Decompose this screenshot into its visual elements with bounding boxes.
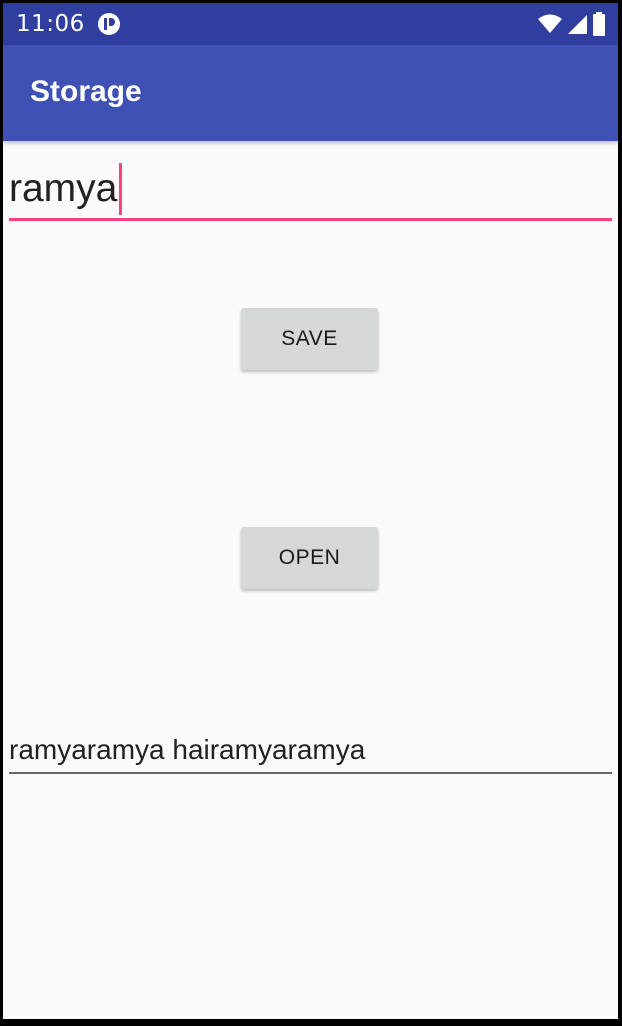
text-input-underline: [9, 218, 612, 221]
text-input-content: ramya: [9, 163, 123, 215]
output-text-field[interactable]: ramyaramya hairamyaramya: [9, 728, 612, 774]
text-input-field[interactable]: ramya: [9, 155, 612, 221]
notification-app-icon: [97, 12, 121, 36]
output-text-underline: [9, 772, 612, 774]
save-button[interactable]: SAVE: [241, 308, 378, 370]
text-cursor: [119, 163, 123, 215]
wifi-icon: [538, 13, 562, 39]
status-bar: 11:06: [3, 3, 618, 45]
cell-signal-icon: [566, 13, 588, 39]
battery-icon: [592, 12, 606, 40]
open-button[interactable]: OPEN: [241, 527, 378, 589]
status-time: 11:06: [16, 11, 85, 37]
output-text-value: ramyaramya hairamyaramya: [9, 734, 366, 765]
status-icons: [538, 12, 606, 40]
text-input-value: ramya: [9, 167, 118, 210]
app-bar: Storage: [3, 45, 618, 141]
app-title: Storage: [30, 75, 142, 108]
device-screen: 11:06 Storage ramya SAVE OPEN ramyaramya…: [3, 3, 618, 1019]
